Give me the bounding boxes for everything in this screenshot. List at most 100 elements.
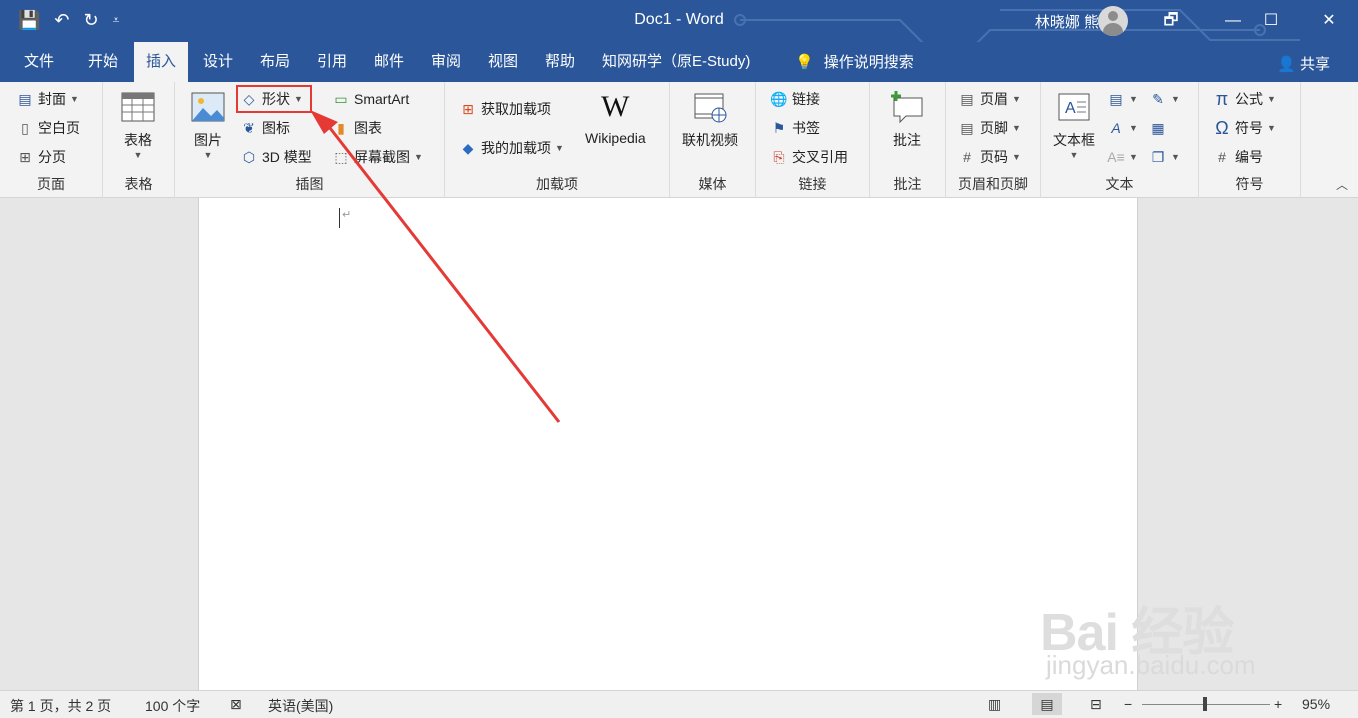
smartart-button[interactable]: ▭ SmartArt [332, 86, 409, 112]
tab-help[interactable]: 帮助 [533, 42, 587, 82]
date-time-button[interactable]: ▦ [1149, 115, 1167, 141]
collapse-ribbon-icon[interactable]: ︿ [1336, 176, 1348, 193]
3d-models-button[interactable]: ⬡ 3D 模型 [240, 144, 312, 170]
icons-button[interactable]: ❦ 图标 [240, 115, 290, 141]
object-button[interactable]: ❐ ▼ [1149, 144, 1180, 170]
zoom-level[interactable]: 95% [1302, 696, 1330, 712]
watermark-sub: jingyan.baidu.com [1046, 650, 1256, 680]
signature-line-button[interactable]: ✎ ▼ [1149, 86, 1180, 112]
tab-file[interactable]: 文件 [12, 42, 66, 82]
header-button[interactable]: ▤ 页眉 ▼ [958, 86, 1021, 112]
text-box-button[interactable]: A 文本框 ▼ [1053, 88, 1095, 160]
tab-home[interactable]: 开始 [76, 42, 130, 82]
footer-icon: ▤ [960, 120, 974, 136]
zoom-out-icon[interactable]: − [1124, 696, 1132, 712]
chevron-down-icon: ▼ [1129, 152, 1138, 162]
wikipedia-label: Wikipedia [585, 130, 646, 146]
language[interactable]: 英语(美国) [268, 696, 333, 716]
smartart-icon: ▭ [334, 91, 348, 107]
page-number-button[interactable]: # 页码 ▼ [958, 144, 1021, 170]
group-illustrations: 图片 ▼ ◇ 形状 ▼ ❦ 图标 ⬡ 3D 模型 ▭ SmartArt ▮ 图表… [175, 82, 445, 198]
my-addins-button[interactable]: ◆ 我的加载项 ▼ [459, 135, 564, 161]
symbol-label: 符号 [1235, 120, 1263, 136]
group-media: 联机视频 媒体 [670, 82, 756, 198]
tab-estudy[interactable]: 知网研学（原E-Study) [590, 42, 762, 82]
print-layout-icon[interactable]: ▤ [1032, 693, 1062, 715]
screenshot-button[interactable]: ⬚ 屏幕截图 ▼ [332, 144, 423, 170]
page-number-label: 页码 [980, 149, 1008, 165]
document-page[interactable]: ↵ [198, 198, 1138, 690]
group-links: 🌐 链接 ⚑ 书签 ⎘ 交叉引用 链接 [756, 82, 870, 198]
page-count[interactable]: 第 1 页，共 2 页 [10, 696, 111, 716]
equation-button[interactable]: π 公式 ▼ [1213, 86, 1276, 112]
quick-parts-button[interactable]: ▤ ▼ [1107, 86, 1138, 112]
calendar-icon: ▦ [1151, 120, 1165, 136]
footer-button[interactable]: ▤ 页脚 ▼ [958, 115, 1021, 141]
blank-page-button[interactable]: ▯ 空白页 [16, 115, 80, 141]
shapes-button[interactable]: ◇ 形状 ▼ [240, 86, 303, 112]
drop-cap-button[interactable]: A≡ ▼ [1107, 144, 1138, 170]
tell-me-search[interactable]: 💡 操作说明搜索 [795, 51, 914, 72]
group-label-tables: 表格 [124, 176, 153, 192]
table-button[interactable]: 表格 ▼ [119, 88, 157, 160]
minimize-icon[interactable]: — [1218, 8, 1248, 34]
wikipedia-icon: W [601, 90, 630, 123]
number-icon: # [1218, 149, 1226, 165]
pictures-button[interactable]: 图片 ▼ [189, 88, 227, 160]
group-label-header-footer: 页眉和页脚 [958, 176, 1028, 192]
wordart-button[interactable]: A ▼ [1107, 115, 1138, 141]
footer-label: 页脚 [980, 120, 1008, 136]
chevron-down-icon: ▼ [1267, 94, 1276, 104]
number-button[interactable]: # 编号 [1213, 144, 1263, 170]
screenshot-label: 屏幕截图 [354, 149, 410, 165]
tab-design[interactable]: 设计 [191, 42, 245, 82]
tell-me-label: 操作说明搜索 [823, 54, 914, 71]
page-break-icon: ⊞ [19, 149, 31, 165]
new-comment-button[interactable]: 批注 [888, 88, 926, 150]
picture-icon [191, 92, 225, 122]
pi-icon: π [1215, 89, 1229, 109]
zoom-in-icon[interactable]: + [1274, 696, 1282, 712]
ribbon-display-options-icon[interactable]: 🗗 [1156, 8, 1186, 34]
share-button[interactable]: 👤 共享 [1277, 53, 1330, 74]
online-video-button[interactable]: 联机视频 [682, 88, 738, 150]
page-break-button[interactable]: ⊞ 分页 [16, 144, 66, 170]
quick-parts-icon: ▤ [1109, 91, 1123, 107]
close-icon[interactable]: ✕ [1314, 8, 1344, 34]
cover-page-label: 封面 [38, 91, 66, 107]
icons-label: 图标 [262, 120, 290, 136]
tab-insert[interactable]: 插入 [134, 42, 189, 82]
svg-text:A: A [1065, 100, 1076, 117]
symbol-button[interactable]: Ω 符号 ▼ [1213, 115, 1276, 141]
zoom-slider-thumb[interactable] [1203, 697, 1207, 711]
read-mode-icon[interactable]: ▥ [988, 696, 1001, 713]
tab-references[interactable]: 引用 [305, 42, 359, 82]
chevron-down-icon: ▼ [133, 150, 143, 160]
shapes-label: 形状 [262, 91, 290, 107]
tab-review[interactable]: 审阅 [419, 42, 473, 82]
maximize-icon[interactable]: ☐ [1256, 8, 1286, 34]
wikipedia-button[interactable]: W Wikipedia [585, 88, 646, 146]
cover-page-icon: ▤ [18, 91, 32, 107]
link-button[interactable]: 🌐 链接 [770, 86, 820, 112]
word-count[interactable]: 100 个字 [145, 696, 200, 716]
tab-mailings[interactable]: 邮件 [362, 42, 416, 82]
number-label: 编号 [1235, 149, 1263, 165]
group-label-illustrations: 插图 [295, 176, 324, 192]
tab-layout[interactable]: 布局 [248, 42, 302, 82]
share-label: 共享 [1299, 56, 1330, 73]
cover-page-button[interactable]: ▤ 封面 ▼ [16, 86, 79, 112]
text-box-icon: A [1058, 93, 1090, 121]
cross-reference-button[interactable]: ⎘ 交叉引用 [770, 144, 848, 170]
proofing-icon[interactable]: ⊠ [230, 696, 242, 713]
web-layout-icon[interactable]: ⊟ [1090, 696, 1102, 713]
chevron-down-icon: ▼ [1129, 123, 1138, 133]
pictures-label: 图片 [194, 132, 222, 148]
tab-view[interactable]: 视图 [476, 42, 530, 82]
text-box-label: 文本框 [1053, 132, 1095, 148]
bookmark-button[interactable]: ⚑ 书签 [770, 115, 820, 141]
chart-button[interactable]: ▮ 图表 [332, 115, 382, 141]
get-addins-button[interactable]: ⊞ 获取加载项 [459, 96, 551, 122]
blank-page-label: 空白页 [38, 120, 80, 136]
avatar[interactable] [1098, 6, 1128, 36]
